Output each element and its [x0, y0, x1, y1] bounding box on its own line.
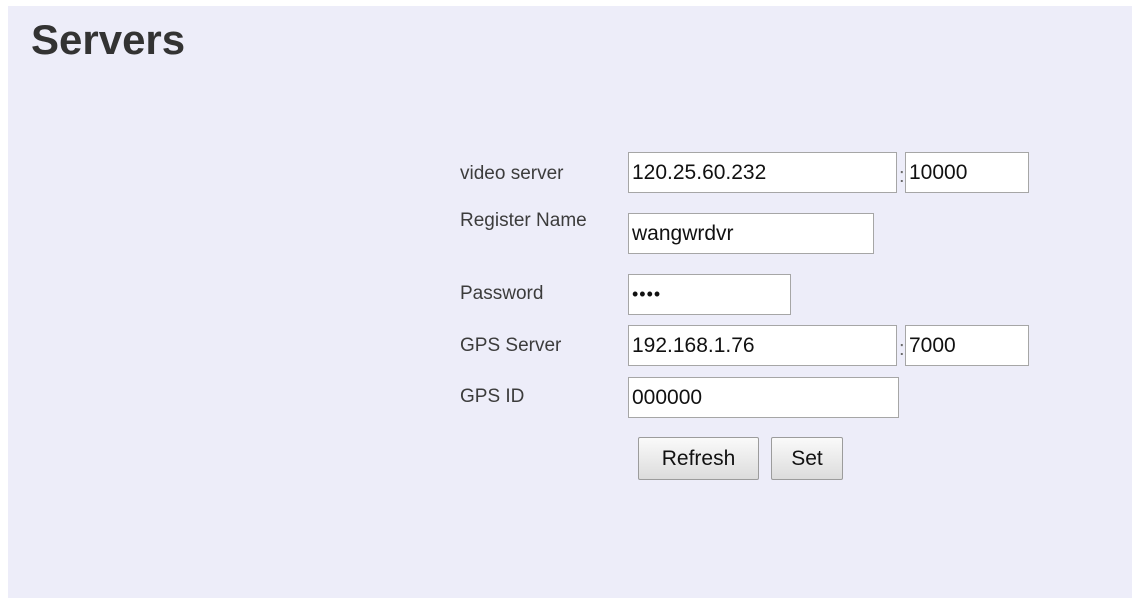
- page-title: Servers: [31, 16, 186, 63]
- gps-id-label: GPS ID: [460, 386, 525, 407]
- password-label: Password: [460, 283, 544, 304]
- video-server-port-separator: :: [899, 165, 905, 187]
- video-server-label: video server: [460, 163, 564, 184]
- password-input[interactable]: [628, 274, 791, 315]
- register-name-input[interactable]: [628, 213, 874, 254]
- video-server-port-input[interactable]: [905, 152, 1029, 193]
- gps-server-address-input[interactable]: [628, 325, 897, 366]
- set-button[interactable]: Set: [771, 437, 843, 480]
- refresh-button[interactable]: Refresh: [638, 437, 759, 480]
- video-server-address-input[interactable]: [628, 152, 897, 193]
- gps-server-port-input[interactable]: [905, 325, 1029, 366]
- gps-server-port-separator: :: [899, 338, 905, 360]
- register-name-label: Register Name: [460, 210, 587, 231]
- gps-id-input[interactable]: [628, 377, 899, 418]
- gps-server-label: GPS Server: [460, 335, 562, 356]
- servers-panel: Servers: [8, 6, 1132, 598]
